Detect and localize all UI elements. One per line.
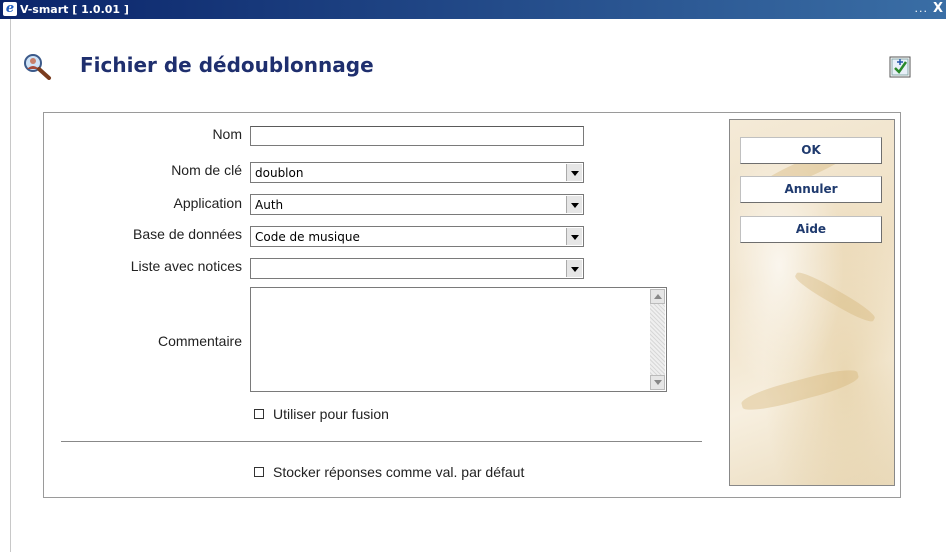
nom-cle-value: doublon (255, 166, 304, 180)
ok-button[interactable]: OK (740, 137, 882, 164)
stocker-checkbox[interactable] (254, 467, 264, 478)
chevron-down-icon[interactable] (566, 228, 582, 245)
window-frame (0, 19, 11, 552)
application-select[interactable]: Auth (250, 194, 584, 215)
stocker-checkbox-row[interactable]: Stocker réponses comme val. par défaut (254, 464, 524, 480)
chevron-down-icon[interactable] (566, 196, 582, 213)
base-select[interactable]: Code de musique (250, 226, 584, 247)
annuler-button[interactable]: Annuler (740, 176, 882, 203)
fusion-checkbox[interactable] (254, 409, 264, 420)
scrollbar[interactable] (650, 289, 665, 390)
close-button[interactable]: X (931, 1, 945, 17)
scroll-down-icon[interactable] (650, 375, 665, 390)
nom-cle-label: Nom de clé (171, 162, 242, 178)
fusion-label: Utiliser pour fusion (273, 406, 389, 422)
button-panel (729, 119, 895, 486)
commentaire-label: Commentaire (157, 333, 242, 349)
window-menu-dots[interactable]: ... (915, 2, 929, 15)
search-person-icon (24, 54, 51, 80)
nom-input[interactable] (250, 126, 584, 146)
help-cursor-icon[interactable] (889, 56, 911, 78)
liste-label: Liste avec notices (130, 258, 242, 274)
commentaire-textarea[interactable] (250, 287, 667, 392)
page-title: Fichier de dédoublonnage (80, 53, 374, 77)
title-bar: e V-smart [ 1.0.01 ] ... X (0, 0, 946, 19)
fusion-checkbox-row[interactable]: Utiliser pour fusion (254, 406, 389, 422)
app-icon: e (3, 2, 17, 16)
chevron-down-icon[interactable] (566, 164, 582, 181)
divider (61, 441, 702, 443)
base-value: Code de musique (255, 230, 360, 244)
chevron-down-icon[interactable] (566, 260, 582, 277)
nom-cle-select[interactable]: doublon (250, 162, 584, 183)
base-label: Base de données (133, 226, 242, 242)
window-title: V-smart [ 1.0.01 ] (20, 3, 129, 16)
liste-select[interactable] (250, 258, 584, 279)
nom-label: Nom (212, 126, 242, 142)
application-label: Application (173, 195, 243, 211)
aide-button[interactable]: Aide (740, 216, 882, 243)
stocker-label: Stocker réponses comme val. par défaut (273, 464, 525, 480)
scroll-up-icon[interactable] (650, 289, 665, 304)
application-value: Auth (255, 198, 284, 212)
